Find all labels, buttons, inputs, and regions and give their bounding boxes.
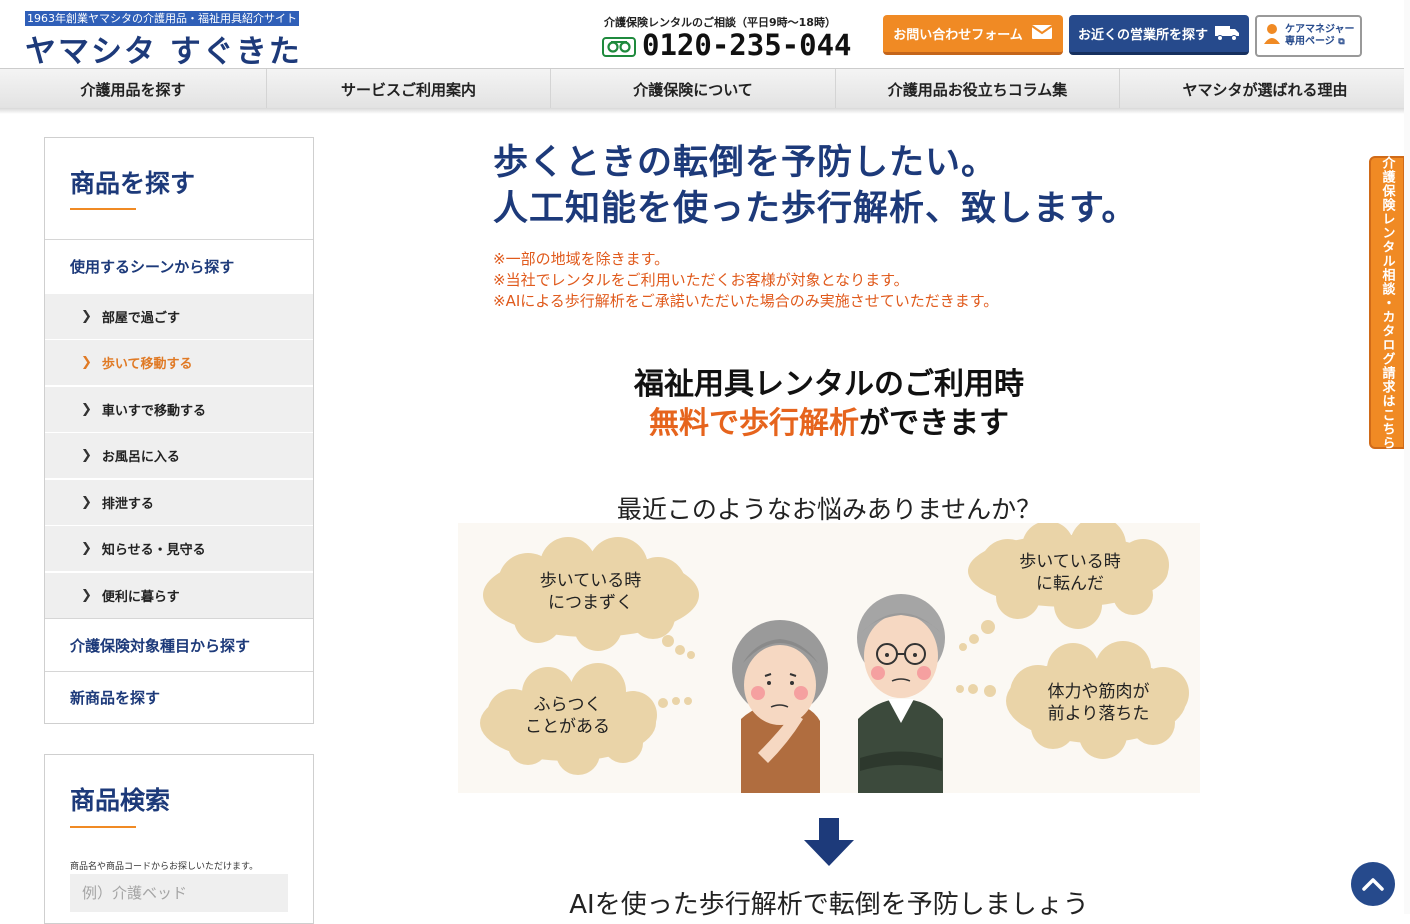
chevron-right-icon: ❯ — [81, 309, 92, 324]
bubble-line: ふらつく — [533, 695, 602, 715]
worry-heading: 最近このようなお悩みありませんか？ — [616, 495, 1042, 524]
global-nav: 介護用品を探す サービスご利用案内 介護保険について 介護用品お役立ちコラム集 … — [0, 68, 1410, 110]
worry-bubble-weaker: 体力や筋肉が 前より落ちた — [1036, 681, 1161, 725]
bubble-line: 前より落ちた — [1047, 704, 1150, 724]
rental-consult-tab[interactable]: 介護保険レンタル相談・カタログ請求はこちら — [1369, 155, 1405, 450]
elderly-man-figure — [857, 594, 945, 793]
worries-illustration: 歩いている時 につまずく ふらつく ことがある 歩いている時 に転んだ 体力や筋… — [458, 523, 1200, 793]
site-tagline: 1963年創業ヤマシタの介護用品・福祉用具紹介サイト — [25, 11, 299, 26]
worry-bubble-trip: 歩いている時 につまずく — [533, 570, 648, 614]
care-manager-button[interactable]: ケアマネジャー 専用ページ ⧉ — [1255, 15, 1362, 57]
sidebar-item-label: 車いすで移動する — [101, 404, 207, 419]
sidebar-item-label: お風呂に入る — [101, 450, 180, 465]
title-underline — [70, 208, 136, 210]
search-title: 商品検索 — [70, 786, 171, 815]
page-scrollbar[interactable] — [1404, 0, 1410, 914]
mail-icon — [1031, 24, 1053, 44]
care-manager-label-2-text: 専用ページ — [1285, 36, 1335, 47]
free-analysis-highlight: 無料で歩行解析 — [649, 406, 859, 441]
nav-item-products[interactable]: 介護用品を探す — [0, 69, 267, 109]
freedial-icon — [602, 37, 636, 57]
sidebar-item-bath[interactable]: ❯ お風呂に入る — [45, 432, 313, 478]
nav-shadow — [0, 108, 1410, 114]
chevron-right-icon: ❯ — [81, 448, 92, 463]
bubble-line: に転んだ — [1036, 574, 1104, 594]
sidebar-new-section[interactable]: 新商品を探す — [45, 671, 313, 723]
note-line: ※一部の地域を除きます。 — [493, 250, 670, 268]
sidebar-item-label: 部屋で過ごす — [101, 311, 181, 326]
note-line: ※当社でレンタルをご利用いただくお客様が対象となります。 — [493, 271, 909, 289]
worry-bubble-fell: 歩いている時 に転んだ — [1010, 551, 1130, 595]
care-manager-label-1: ケアマネジャー — [1285, 24, 1355, 35]
site-header: 1963年創業ヤマシタの介護用品・福祉用具紹介サイト ヤマシタ すぐきた 介護保… — [0, 0, 1410, 71]
sidebar-item-toilet[interactable]: ❯ 排泄する — [45, 479, 313, 525]
chevron-right-icon: ❯ — [81, 588, 92, 603]
bubble-line: につまずく — [548, 593, 633, 613]
nav-item-column[interactable]: 介護用品お役立ちコラム集 — [836, 69, 1120, 109]
chevron-right-icon: ❯ — [81, 495, 92, 510]
bubble-line: 歩いている時 — [1019, 552, 1121, 572]
sidebar-item-walking[interactable]: ❯ 歩いて移動する — [45, 339, 313, 385]
notes-block: ※一部の地域を除きます。 ※当社でレンタルをご利用いただくお客様が対象となります… — [493, 249, 998, 312]
headline-line-2: 人工知能を使った歩行解析、致します。 — [493, 189, 1138, 229]
chevron-right-icon: ❯ — [81, 541, 92, 556]
phone-block[interactable]: 0120-235-044 — [602, 28, 852, 62]
chevron-up-icon — [1362, 878, 1384, 891]
headline-line-1: 歩くときの転倒を予防したい。 — [493, 143, 998, 183]
title-underline — [70, 826, 136, 828]
phone-number[interactable]: 0120-235-044 — [642, 28, 852, 62]
worry-bubble-unsteady: ふらつく ことがある — [510, 694, 625, 738]
sidebar-item-living[interactable]: ❯ 便利に暮らす — [45, 572, 313, 618]
sub-head-line-1: 福祉用具レンタルのご利用時 — [634, 367, 1024, 402]
sidebar-item-label: 排泄する — [101, 497, 154, 512]
sub-head-rest: ができます — [859, 406, 1009, 441]
search-hint: 商品名や商品コードからお探しいただけます。 — [70, 862, 259, 872]
search-input[interactable] — [70, 874, 288, 912]
product-category-box: 商品を探す 使用するシーンから探す ❯ 部屋で過ごす ❯ 歩いて移動する ❯ 車… — [44, 137, 314, 724]
find-office-label: お近くの営業所を探す — [1077, 28, 1208, 43]
sidebar-item-room[interactable]: ❯ 部屋で過ごす — [45, 293, 313, 339]
note-line: ※AIによる歩行解析をご承諾いただいた場合のみ実施させていただきます。 — [493, 292, 999, 310]
rental-sub-heading: 福祉用具レンタルのご利用時 無料で歩行解析ができます — [540, 365, 1118, 443]
truck-icon — [1214, 23, 1240, 45]
sub-head-line-2: 無料で歩行解析ができます — [540, 404, 1118, 443]
contact-form-button[interactable]: お問い合わせフォーム — [883, 15, 1063, 55]
find-office-button[interactable]: お近くの営業所を探す — [1069, 15, 1249, 55]
page-headline: 歩くときの転倒を予防したい。 人工知能を使った歩行解析、致します。 — [493, 140, 1138, 232]
chevron-right-icon: ❯ — [81, 355, 92, 370]
elderly-woman-figure — [732, 620, 828, 793]
contact-form-label: お問い合わせフォーム — [893, 28, 1023, 43]
bubble-line: 体力や筋肉が — [1047, 682, 1150, 702]
person-icon — [1263, 23, 1281, 49]
sidebar-scene-section[interactable]: 使用するシーンから探す — [45, 239, 313, 293]
sidebar-item-label: 便利に暮らす — [101, 590, 180, 605]
back-to-top-button[interactable] — [1351, 862, 1395, 906]
bubble-line: ことがある — [525, 717, 610, 737]
nav-item-insurance[interactable]: 介護保険について — [551, 69, 836, 109]
site-logo[interactable]: ヤマシタ すぐきた — [25, 26, 302, 71]
sidebar-title: 商品を探す — [70, 169, 196, 198]
nav-item-service[interactable]: サービスご利用案内 — [267, 69, 551, 109]
chevron-right-icon: ❯ — [81, 402, 92, 417]
external-link-icon: ⧉ — [1338, 37, 1345, 47]
ai-analysis-heading: AIを使った歩行解析で転倒を予防しましょう — [569, 890, 1089, 920]
sidebar-insurance-section[interactable]: 介護保険対象種目から探す — [45, 618, 313, 671]
down-arrow-icon — [804, 818, 854, 870]
sidebar-item-wheelchair[interactable]: ❯ 車いすで移動する — [45, 386, 313, 432]
sidebar-item-label: 知らせる・見守る — [101, 543, 206, 558]
bubble-line: 歩いている時 — [539, 571, 642, 591]
product-search-box: 商品検索 商品名や商品コードからお探しいただけます。 — [44, 754, 314, 924]
nav-item-reasons[interactable]: ヤマシタが選ばれる理由 — [1120, 69, 1410, 109]
sidebar-item-notify[interactable]: ❯ 知らせる・見守る — [45, 525, 313, 571]
care-manager-label-2: 専用ページ ⧉ — [1285, 36, 1355, 48]
rental-consult-tab-label: 介護保険レンタル相談・カタログ請求はこちら — [1379, 155, 1395, 450]
sidebar-item-label: 歩いて移動する — [101, 357, 193, 372]
